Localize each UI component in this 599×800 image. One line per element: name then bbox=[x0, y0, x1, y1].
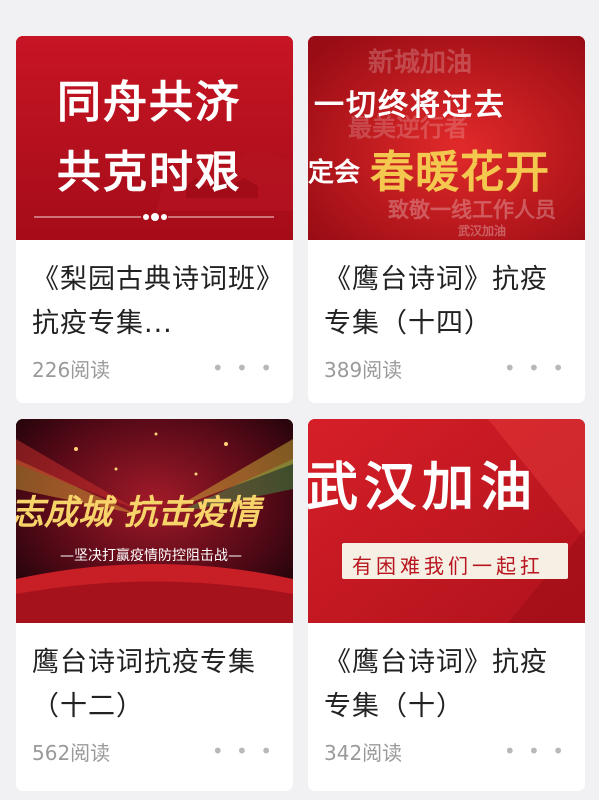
article-card[interactable]: 志成城 抗击疫情 —坚决打赢疫情防控阻击战— 鹰台诗词抗疫专集（十二） 562阅… bbox=[16, 419, 293, 791]
read-count: 226阅读 bbox=[32, 357, 111, 382]
article-thumbnail[interactable]: 志成城 抗击疫情 —坚决打赢疫情防控阻击战— bbox=[16, 419, 293, 623]
thumbnail-caption-line-1: 志成城 抗击疫情 bbox=[16, 493, 260, 533]
article-title[interactable]: 《鹰台诗词》抗疫专集（十） bbox=[324, 641, 569, 729]
article-thumbnail[interactable]: 新城加油 最美逆行者 致敬一线工作人员 武汉加油 一切终将过去 定会 春暖花开 bbox=[308, 36, 585, 240]
thumbnail-caption-line-2: 春暖花开 bbox=[370, 147, 550, 198]
thumbnail-bg-text: 武汉加油 bbox=[458, 224, 507, 238]
thumbnail-caption-line-1: 同舟共济 bbox=[57, 77, 241, 128]
thumbnail-caption-line-1: 一切终将过去 bbox=[314, 88, 506, 123]
article-card[interactable]: 新城加油 最美逆行者 致敬一线工作人员 武汉加油 一切终将过去 定会 春暖花开 … bbox=[308, 36, 585, 403]
article-title[interactable]: 《梨园古典诗词班》抗疫专集... bbox=[32, 258, 277, 346]
article-thumbnail[interactable]: 同舟共济 共克时艰 bbox=[16, 36, 293, 240]
article-meta: 226阅读 • • • bbox=[32, 353, 275, 383]
read-count: 342阅读 bbox=[324, 740, 403, 765]
read-count: 389阅读 bbox=[324, 357, 403, 382]
article-card[interactable]: 同舟共济 共克时艰 《梨园古典诗词班》抗疫专集... 226阅读 • • • bbox=[16, 36, 293, 403]
more-options-icon[interactable]: • • • bbox=[212, 739, 275, 763]
article-card[interactable]: 武汉加油 有困难我们一起扛 《鹰台诗词》抗疫专集（十） 342阅读 • • • bbox=[308, 419, 585, 791]
article-title[interactable]: 鹰台诗词抗疫专集（十二） bbox=[32, 641, 277, 729]
article-thumbnail[interactable]: 武汉加油 有困难我们一起扛 bbox=[308, 419, 585, 623]
thumbnail-caption-line-2: 共克时艰 bbox=[57, 147, 241, 198]
thumbnail-caption-line-2: 有困难我们一起扛 bbox=[352, 554, 544, 578]
thumbnail-caption-line-1: 武汉加油 bbox=[308, 457, 539, 518]
more-options-icon[interactable]: • • • bbox=[504, 739, 567, 763]
more-options-icon[interactable]: • • • bbox=[212, 356, 275, 380]
article-meta: 389阅读 • • • bbox=[324, 353, 567, 383]
article-grid: 同舟共济 共克时艰 《梨园古典诗词班》抗疫专集... 226阅读 • • • 新… bbox=[16, 36, 586, 791]
article-meta: 562阅读 • • • bbox=[32, 736, 275, 766]
thumbnail-caption-line-2: —坚决打赢疫情防控阻击战— bbox=[60, 548, 242, 564]
article-meta: 342阅读 • • • bbox=[324, 736, 567, 766]
article-title[interactable]: 《鹰台诗词》抗疫专集（十四） bbox=[324, 258, 569, 346]
more-options-icon[interactable]: • • • bbox=[504, 356, 567, 380]
thumbnail-bg-text: 新城加油 bbox=[368, 48, 473, 78]
thumbnail-caption-side: 定会 bbox=[308, 158, 361, 188]
read-count: 562阅读 bbox=[32, 740, 111, 765]
